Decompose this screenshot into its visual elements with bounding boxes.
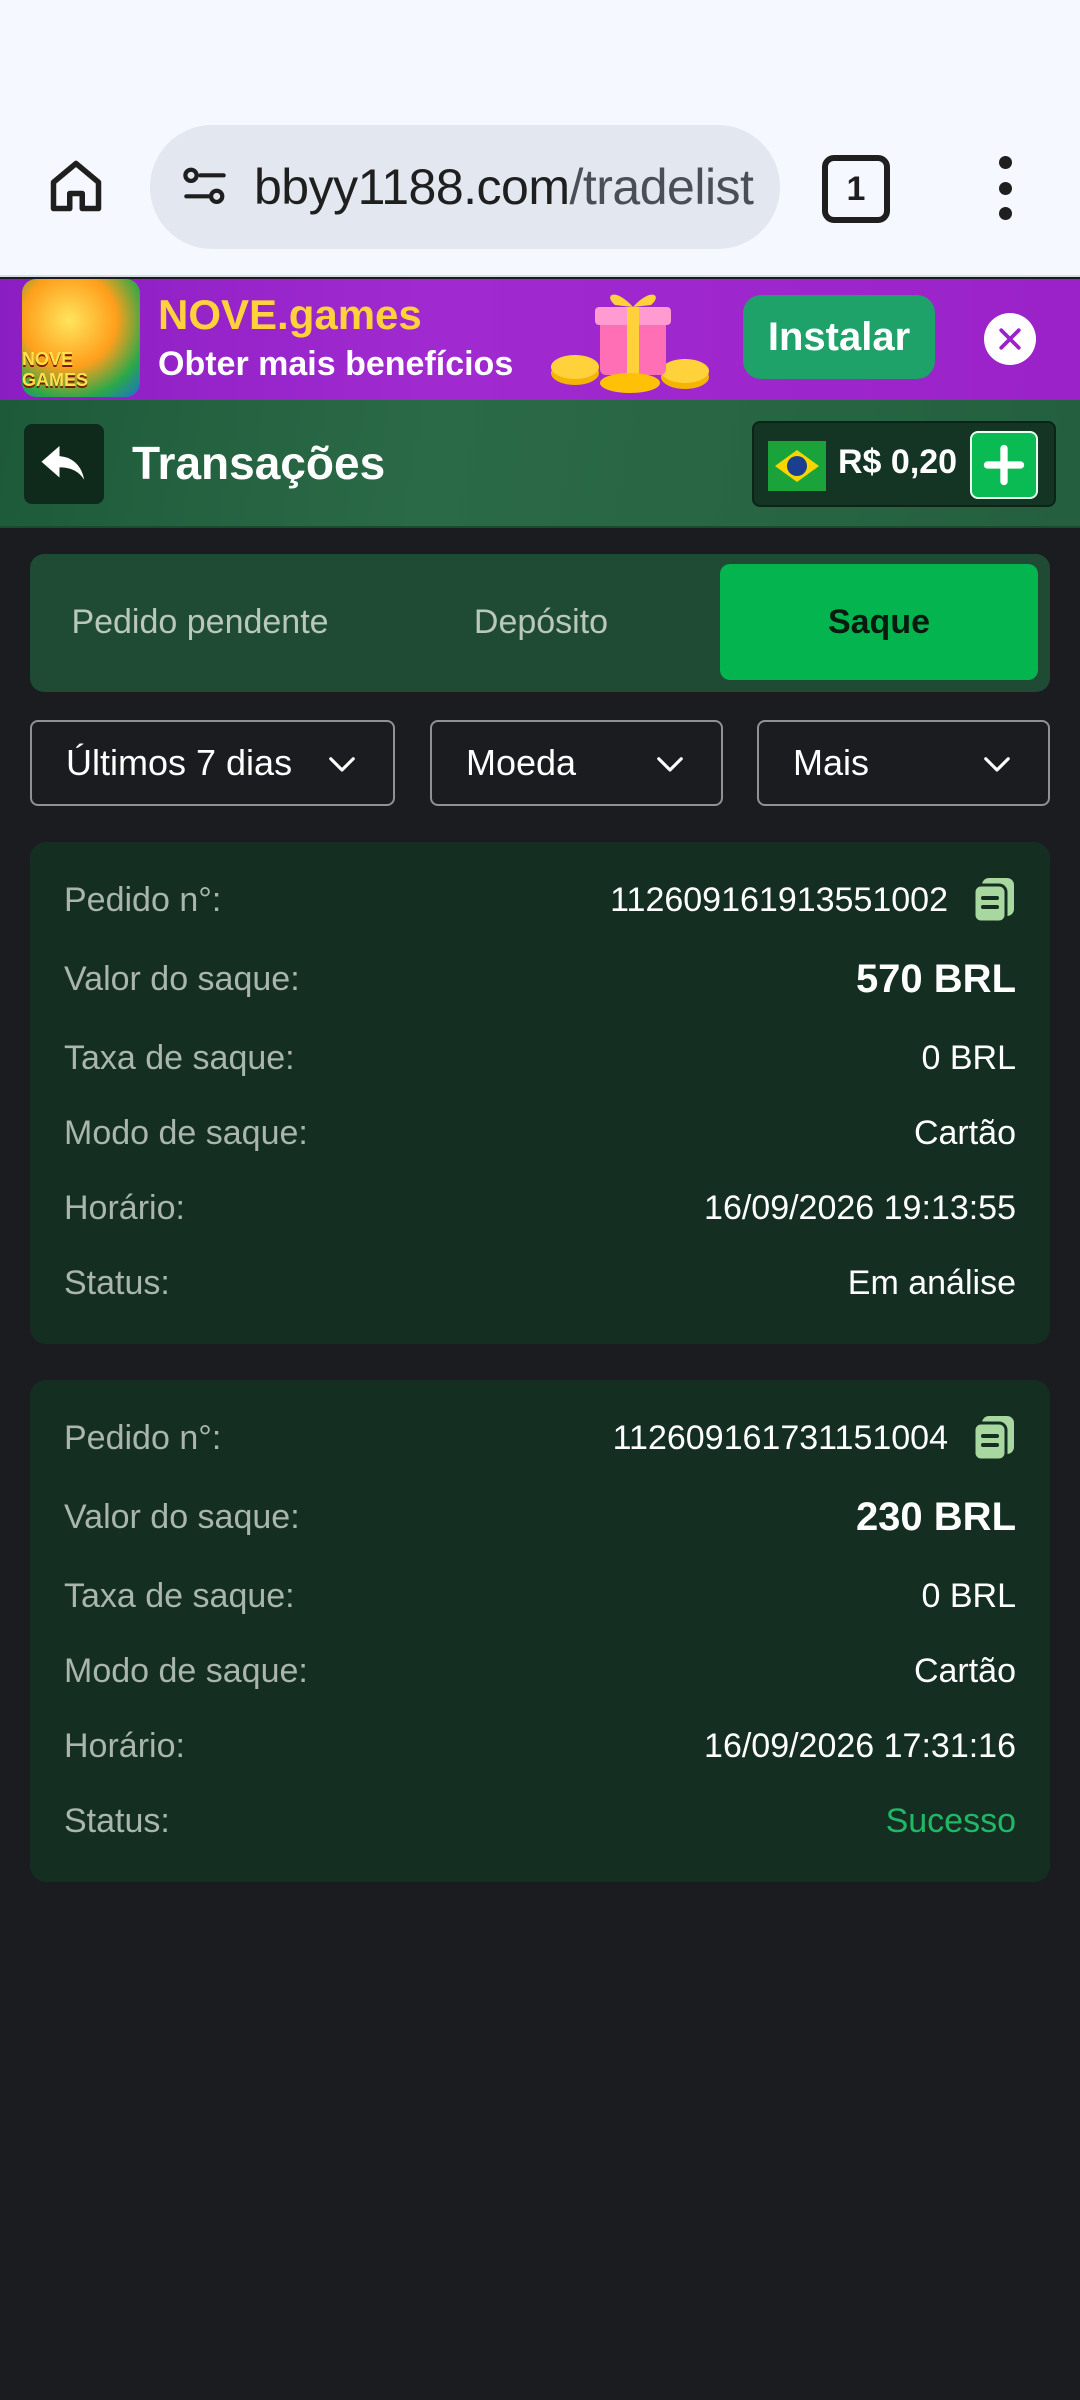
status-label: Status: bbox=[64, 1263, 170, 1302]
order-number: 112609161731151004 bbox=[612, 1418, 948, 1457]
gift-coins-icon bbox=[551, 294, 709, 393]
tab-withdraw[interactable]: Saque bbox=[720, 564, 1038, 680]
balance-amount: R$ 0,20 bbox=[838, 443, 958, 481]
amount-label: Valor do saque: bbox=[64, 959, 300, 998]
time-label: Horário: bbox=[64, 1726, 185, 1765]
close-promo-button[interactable] bbox=[984, 313, 1036, 365]
tabs-icon[interactable]: 1 bbox=[822, 155, 890, 223]
balance-widget: R$ 0,20 bbox=[752, 421, 1056, 507]
status-label: Status: bbox=[64, 1801, 170, 1840]
mode-row: Modo de saque: Cartão bbox=[64, 1641, 1016, 1701]
fee-value: 0 BRL bbox=[921, 1576, 1017, 1615]
more-filter-dropdown[interactable]: Mais bbox=[757, 720, 1050, 806]
fee-value: 0 BRL bbox=[921, 1038, 1017, 1077]
mode-value: Cartão bbox=[913, 1651, 1016, 1690]
more-filter-label: Mais bbox=[793, 742, 870, 783]
url-text[interactable]: bbyy1188.com/tradelist bbox=[254, 158, 754, 216]
fee-row: Taxa de saque: 0 BRL bbox=[64, 1566, 1016, 1626]
time-value: 16/09/2026 17:31:16 bbox=[704, 1726, 1016, 1765]
order-number-value: 112609161731151004 bbox=[613, 1414, 1016, 1462]
browser-toolbar: bbyy1188.com/tradelist 1 bbox=[0, 0, 1080, 277]
time-label: Horário: bbox=[64, 1188, 185, 1227]
mode-label: Modo de saque: bbox=[64, 1651, 308, 1690]
promo-subtitle: Obter mais benefícios bbox=[158, 345, 514, 383]
mode-value: Cartão bbox=[913, 1113, 1016, 1152]
copy-icon[interactable] bbox=[972, 876, 1016, 924]
time-value: 16/09/2026 19:13:55 bbox=[704, 1188, 1016, 1227]
tab-count: 1 bbox=[846, 169, 866, 208]
amount-value: 570 BRL bbox=[855, 956, 1016, 1001]
amount-label: Valor do saque: bbox=[64, 1497, 300, 1536]
install-button[interactable]: Instalar bbox=[743, 295, 935, 379]
period-filter-dropdown[interactable]: Últimos 7 dias bbox=[30, 720, 395, 806]
fee-row: Taxa de saque: 0 BRL bbox=[64, 1028, 1016, 1088]
order-label: Pedido n°: bbox=[64, 1418, 222, 1457]
order-number-value: 112609161913551002 bbox=[610, 876, 1016, 924]
chevron-down-icon bbox=[657, 757, 683, 772]
plus-icon bbox=[983, 444, 1025, 486]
add-funds-button[interactable] bbox=[970, 431, 1038, 499]
page-title: Transações bbox=[132, 437, 386, 489]
url-domain: bbyy1188.com bbox=[254, 159, 570, 215]
order-number: 112609161913551002 bbox=[610, 880, 948, 919]
status-value: Sucesso bbox=[885, 1801, 1016, 1840]
app-header: Transações R$ 0,20 bbox=[0, 400, 1080, 528]
tune-icon[interactable] bbox=[170, 152, 240, 222]
address-bar[interactable]: bbyy1188.com/tradelist bbox=[150, 125, 780, 249]
promo-title: NOVE.games bbox=[158, 291, 422, 338]
status-row: Status: Sucesso bbox=[64, 1791, 1016, 1851]
status-value: Em análise bbox=[847, 1263, 1016, 1302]
amount-row: Valor do saque: 570 BRL bbox=[64, 949, 1016, 1009]
order-row: Pedido n°: 112609161913551002 bbox=[64, 870, 1016, 930]
home-button[interactable] bbox=[38, 148, 114, 224]
chevron-down-icon bbox=[984, 757, 1010, 772]
back-button[interactable] bbox=[24, 424, 104, 504]
chevron-down-icon bbox=[329, 757, 355, 772]
time-row: Horário: 16/09/2026 17:31:16 bbox=[64, 1716, 1016, 1776]
transaction-tabs: Pedido pendente Depósito Saque bbox=[30, 554, 1050, 692]
time-row: Horário: 16/09/2026 19:13:55 bbox=[64, 1178, 1016, 1238]
order-row: Pedido n°: 112609161731151004 bbox=[64, 1408, 1016, 1468]
order-label: Pedido n°: bbox=[64, 880, 222, 919]
url-path: /tradelist bbox=[569, 159, 754, 215]
amount-row: Valor do saque: 230 BRL bbox=[64, 1487, 1016, 1547]
transaction-card: Pedido n°: 112609161731151004 Valor do s… bbox=[30, 1380, 1050, 1882]
fee-label: Taxa de saque: bbox=[64, 1576, 295, 1615]
tab-pending-order[interactable]: Pedido pendente bbox=[30, 564, 370, 680]
transaction-card: Pedido n°: 112609161913551002 Valor do s… bbox=[30, 842, 1050, 1344]
currency-filter-dropdown[interactable]: Moeda bbox=[430, 720, 723, 806]
copy-icon[interactable] bbox=[972, 1414, 1016, 1462]
close-icon bbox=[999, 328, 1021, 350]
home-icon bbox=[50, 160, 102, 212]
period-filter-label: Últimos 7 dias bbox=[66, 742, 293, 783]
currency-filter-label: Moeda bbox=[466, 742, 577, 783]
nove-games-logo: NOVE GAMES bbox=[22, 279, 140, 397]
brazil-flag-icon bbox=[768, 441, 826, 491]
amount-value: 230 BRL bbox=[855, 1494, 1016, 1539]
mode-label: Modo de saque: bbox=[64, 1113, 308, 1152]
mode-row: Modo de saque: Cartão bbox=[64, 1103, 1016, 1163]
more-vert-icon[interactable] bbox=[990, 150, 1020, 226]
back-arrow-icon bbox=[41, 446, 85, 480]
status-row: Status: Em análise bbox=[64, 1253, 1016, 1313]
fee-label: Taxa de saque: bbox=[64, 1038, 295, 1077]
logo-text: NOVE GAMES bbox=[22, 349, 89, 390]
install-promo-banner: NOVE GAMES NOVE.games Obter mais benefíc… bbox=[0, 279, 1080, 400]
tab-deposit[interactable]: Depósito bbox=[370, 564, 712, 680]
